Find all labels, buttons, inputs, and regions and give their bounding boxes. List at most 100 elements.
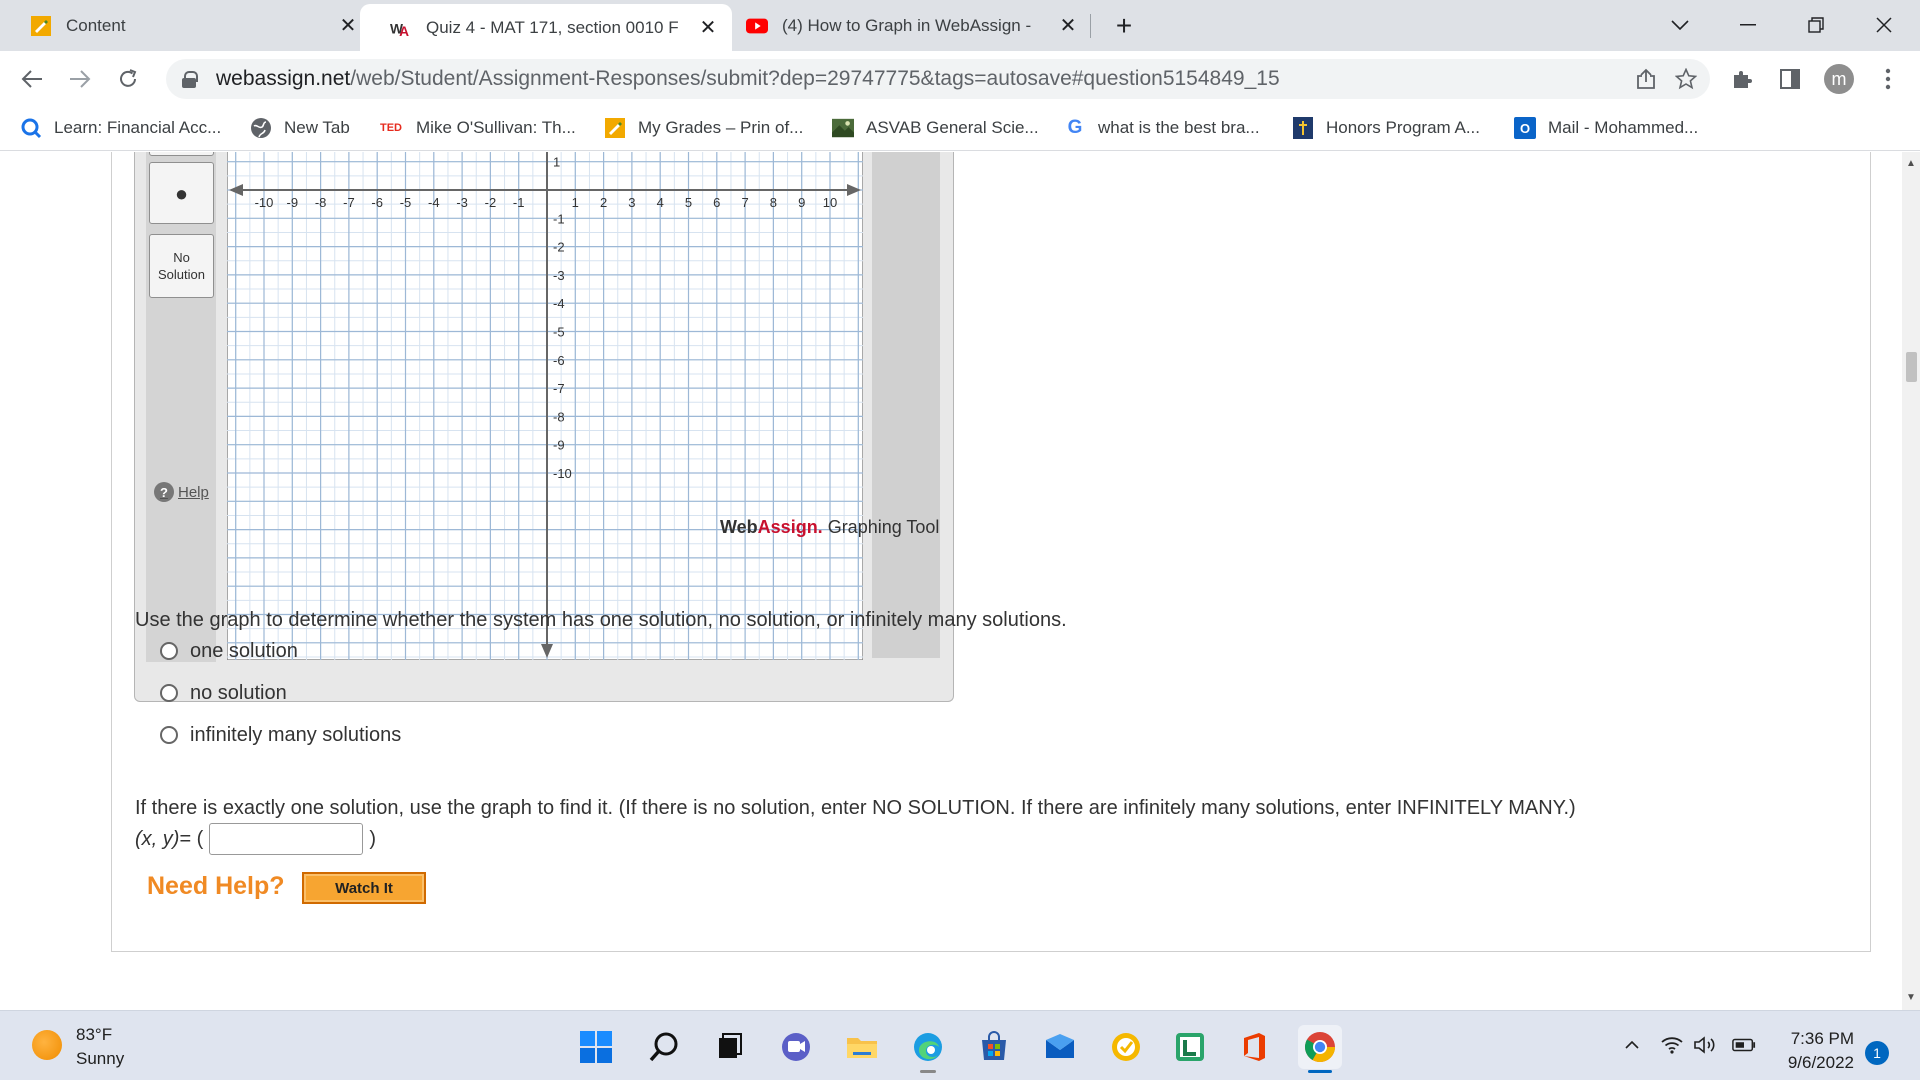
help-question-icon: ? xyxy=(154,482,174,502)
weather-temperature[interactable]: 83°F xyxy=(76,1025,112,1045)
coordinate-grid[interactable]: -10 -9 -8 -7 -6 -5 -4 -3 -2 -1 1 2 3 4 5 6 7 8 9 10 1 -1 -2 -3 -… xyxy=(227,152,863,660)
norton-shield-icon[interactable] xyxy=(1104,1025,1148,1069)
close-paren: ) xyxy=(369,827,377,850)
logo-assign: Assign. xyxy=(757,517,823,537)
radio-button[interactable] xyxy=(160,726,178,744)
weather-condition[interactable]: Sunny xyxy=(76,1049,124,1069)
kebab-menu-icon[interactable] xyxy=(1872,63,1904,95)
x-tick-label: 4 xyxy=(657,195,664,210)
watch-it-button[interactable]: Watch It xyxy=(302,872,426,904)
share-icon[interactable] xyxy=(1632,65,1660,93)
x-tick-label: -5 xyxy=(400,195,412,210)
question-prompt: Use the graph to determine whether the s… xyxy=(135,609,1067,631)
close-window-icon[interactable] xyxy=(1864,8,1904,42)
scroll-thumb[interactable] xyxy=(1906,352,1917,382)
scroll-up-icon[interactable]: ▲ xyxy=(1902,154,1920,172)
tab-youtube[interactable]: (4) How to Graph in WebAssign - ✕ xyxy=(732,0,1092,51)
screen: Content ✕ WA Quiz 4 - MAT 171, section 0… xyxy=(0,0,1920,1080)
tab-title: Quiz 4 - MAT 171, section 0010 F xyxy=(426,17,679,37)
tab-content[interactable]: Content ✕ xyxy=(0,0,372,51)
y-tick-label: -5 xyxy=(553,325,565,340)
reload-icon[interactable] xyxy=(112,63,144,95)
battery-icon[interactable] xyxy=(1732,1033,1756,1057)
no-solution-button[interactable]: No Solution xyxy=(149,234,214,298)
option-no-solution[interactable]: no solution xyxy=(160,680,287,706)
edge-browser-icon[interactable] xyxy=(906,1025,950,1073)
back-arrow-icon[interactable] xyxy=(16,63,48,95)
wifi-icon[interactable] xyxy=(1660,1033,1684,1057)
option-one-solution[interactable]: one solution xyxy=(160,638,298,664)
x-tick-label: -3 xyxy=(456,195,468,210)
tab-title: (4) How to Graph in WebAssign - xyxy=(782,15,1032,35)
mail-app-icon[interactable] xyxy=(1038,1025,1082,1069)
search-q-icon xyxy=(20,117,42,139)
lockdown-browser-icon[interactable] xyxy=(1168,1025,1212,1069)
chevron-up-icon[interactable] xyxy=(1620,1033,1644,1057)
option-infinitely-many[interactable]: infinitely many solutions xyxy=(160,722,401,748)
sun-weather-icon[interactable] xyxy=(32,1030,62,1060)
star-bookmark-icon[interactable] xyxy=(1672,65,1700,93)
bookmark-google-search[interactable]: G what is the best bra... xyxy=(1064,114,1260,142)
bookmark-learn-financial[interactable]: Learn: Financial Acc... xyxy=(20,114,221,142)
point-tool-button[interactable]: ● xyxy=(149,162,214,224)
close-icon[interactable]: ✕ xyxy=(1054,12,1082,40)
bookmark-mail[interactable]: O Mail - Mohammed... xyxy=(1514,114,1698,142)
y-tick-label: -10 xyxy=(553,466,572,481)
x-tick-label: -4 xyxy=(428,195,440,210)
profile-avatar[interactable]: m xyxy=(1824,64,1854,94)
volume-icon[interactable] xyxy=(1694,1033,1718,1057)
task-view-icon[interactable] xyxy=(708,1025,752,1069)
x-tick-label: -10 xyxy=(255,195,274,210)
bookmark-ted[interactable]: TED Mike O'Sullivan: Th... xyxy=(378,114,576,142)
x-tick-label: 5 xyxy=(685,195,692,210)
file-explorer-icon[interactable] xyxy=(840,1025,884,1069)
bookmark-label: New Tab xyxy=(284,118,350,137)
bookmark-my-grades[interactable]: My Grades – Prin of... xyxy=(604,114,803,142)
clock-time[interactable]: 7:36 PM xyxy=(1790,1029,1854,1049)
microsoft-store-icon[interactable] xyxy=(972,1025,1016,1069)
x-tick-label: 3 xyxy=(628,195,635,210)
close-icon[interactable]: ✕ xyxy=(694,14,722,42)
bookmark-asvab[interactable]: ASVAB General Scie... xyxy=(832,114,1039,142)
pencil-favicon-icon xyxy=(30,15,52,37)
restore-icon[interactable] xyxy=(1796,8,1836,42)
new-tab-button[interactable]: + xyxy=(1108,10,1140,42)
x-tick-label: 1 xyxy=(572,195,579,210)
bookmark-label: Mike O'Sullivan: Th... xyxy=(416,118,576,137)
y-tick-label: -4 xyxy=(553,296,565,311)
bookmark-label: Learn: Financial Acc... xyxy=(54,118,222,137)
page-scrollbar[interactable]: ▲ ▼ xyxy=(1902,152,1920,1010)
extensions-puzzle-icon[interactable] xyxy=(1726,63,1758,95)
minimize-icon[interactable] xyxy=(1728,8,1768,42)
radio-button[interactable] xyxy=(160,684,178,702)
answer-row: (x, y) = ( ) xyxy=(135,822,376,856)
side-panel-icon[interactable] xyxy=(1774,63,1806,95)
tab-search-chevron-icon[interactable] xyxy=(1660,8,1700,42)
clock-date[interactable]: 9/6/2022 xyxy=(1780,1053,1854,1073)
search-icon[interactable] xyxy=(642,1025,686,1069)
bookmark-new-tab[interactable]: New Tab xyxy=(250,114,350,142)
url-text: webassign.net/web/Student/Assignment-Res… xyxy=(216,67,1280,91)
x-tick-label: 2 xyxy=(600,195,607,210)
taskbar: 83°F Sunny 7:36 PM 9/6/2022 1 xyxy=(0,1010,1920,1080)
x-tick-label: -8 xyxy=(315,195,327,210)
chrome-browser-icon[interactable] xyxy=(1298,1025,1342,1073)
scroll-down-icon[interactable]: ▼ xyxy=(1902,988,1920,1006)
tab-quiz[interactable]: WA Quiz 4 - MAT 171, section 0010 F ✕ xyxy=(360,4,732,51)
office-icon[interactable] xyxy=(1232,1025,1276,1069)
address-bar[interactable]: webassign.net/web/Student/Assignment-Res… xyxy=(166,59,1710,99)
answer-input[interactable] xyxy=(209,823,364,855)
close-icon[interactable]: ✕ xyxy=(334,12,362,40)
bookmark-honors-program[interactable]: Honors Program A... xyxy=(1292,114,1480,142)
radio-button[interactable] xyxy=(160,642,178,660)
windows-start-icon[interactable] xyxy=(574,1025,618,1069)
bookmark-label: Mail - Mohammed... xyxy=(1548,118,1699,137)
forward-arrow-icon[interactable] xyxy=(64,63,96,95)
help-link[interactable]: ? Help xyxy=(154,482,209,502)
bookmark-label: Honors Program A... xyxy=(1326,118,1481,137)
notification-badge[interactable]: 1 xyxy=(1865,1041,1889,1065)
x-tick-label: 7 xyxy=(741,195,748,210)
x-tick-label: -7 xyxy=(343,195,355,210)
teams-chat-icon[interactable] xyxy=(774,1025,818,1069)
tool-button-partial[interactable] xyxy=(149,152,214,156)
